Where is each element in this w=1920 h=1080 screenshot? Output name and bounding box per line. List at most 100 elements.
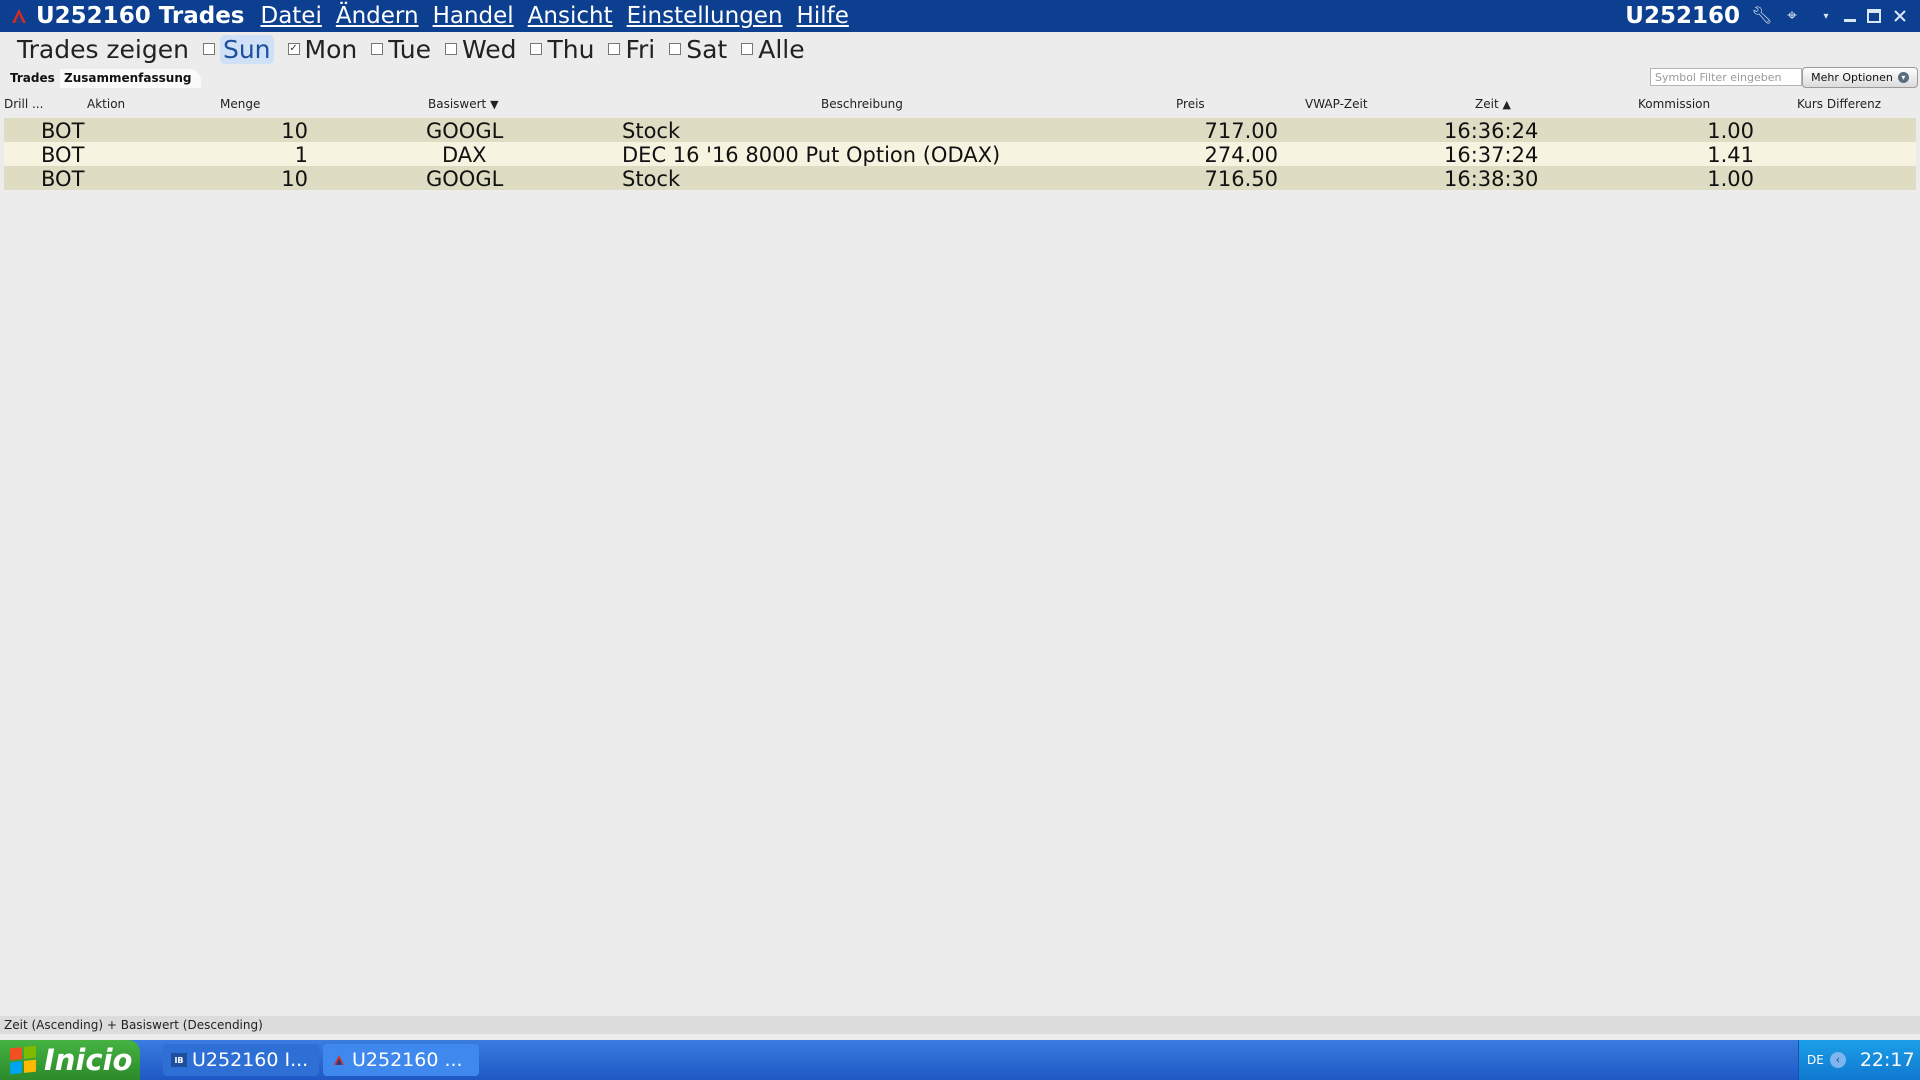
start-button[interactable]: Inicio bbox=[0, 1040, 140, 1080]
day-checkbox-wed[interactable]: Wed bbox=[444, 34, 517, 64]
trades-table: BOT 10 GOOGL Stock 717.00 16:36:24 1.00 … bbox=[4, 118, 1916, 191]
day-checkbox-tue[interactable]: Tue bbox=[371, 35, 431, 64]
checkbox[interactable] bbox=[371, 43, 384, 55]
cell-kommission: 1.00 bbox=[1707, 119, 1754, 143]
cell-menge: 10 bbox=[281, 119, 308, 143]
taskbar-item-label: U252160 I... bbox=[192, 1049, 309, 1071]
col-aktion[interactable]: Aktion bbox=[87, 97, 125, 111]
app-icon bbox=[331, 1053, 347, 1067]
day-checkbox-sat[interactable]: Sat bbox=[669, 35, 727, 64]
menu-label: Einstellungen bbox=[626, 3, 783, 29]
symbol-filter-input[interactable] bbox=[1650, 68, 1802, 86]
col-menge[interactable]: Menge bbox=[220, 97, 260, 111]
cell-basiswert: GOOGL bbox=[426, 167, 504, 191]
start-label: Inicio bbox=[44, 1043, 133, 1077]
checkbox[interactable] bbox=[530, 43, 543, 55]
col-kurs-differenz[interactable]: Kurs Differenz bbox=[1797, 97, 1881, 111]
taskbar-item[interactable]: U252160 ... bbox=[323, 1044, 479, 1076]
system-tray: DE ‹ 22:17 bbox=[1798, 1040, 1920, 1080]
day-checkbox-mon[interactable]: ✓ Mon bbox=[287, 34, 358, 64]
col-kommission[interactable]: Kommission bbox=[1638, 97, 1710, 111]
tab-bar: Trades Zusammenfassung bbox=[0, 66, 1920, 90]
col-beschreibung[interactable]: Beschreibung bbox=[821, 97, 903, 111]
tab-trades[interactable]: Trades bbox=[10, 69, 55, 88]
app-icon bbox=[8, 5, 30, 27]
column-header-row: Drill ... Aktion Menge Basiswert ▼ Besch… bbox=[0, 92, 1920, 116]
cell-preis: 274.00 bbox=[1204, 143, 1278, 167]
cell-zeit: 16:36:24 bbox=[1444, 119, 1539, 143]
pin-icon[interactable]: ⌖ bbox=[1780, 4, 1804, 28]
table-row[interactable]: BOT 1 DAX DEC 16 '16 8000 Put Option (OD… bbox=[4, 142, 1916, 167]
table-row[interactable]: BOT 10 GOOGL Stock 717.00 16:36:24 1.00 bbox=[4, 118, 1916, 143]
menu-label: Hilfe bbox=[796, 3, 849, 29]
menu-hilfe[interactable]: Hilfe bbox=[797, 3, 849, 29]
language-indicator[interactable]: DE bbox=[1807, 1053, 1824, 1067]
day-label: Tue bbox=[388, 34, 431, 64]
checkbox[interactable] bbox=[202, 43, 215, 55]
windows-logo-icon bbox=[10, 1045, 36, 1075]
checkbox-checked[interactable]: ✓ bbox=[287, 43, 300, 55]
menu-aendern[interactable]: Ändern bbox=[336, 3, 419, 29]
cell-aktion: BOT bbox=[41, 143, 85, 167]
day-label: Fri bbox=[625, 34, 656, 64]
cell-kommission: 1.41 bbox=[1707, 143, 1754, 167]
title-bar: U252160 Trades Datei Ändern Handel Ansic… bbox=[0, 0, 1920, 32]
cell-basiswert: DAX bbox=[442, 143, 487, 167]
menu-label: Datei bbox=[260, 3, 322, 29]
cell-menge: 1 bbox=[294, 143, 308, 167]
clock: 22:17 bbox=[1859, 1049, 1915, 1071]
cell-aktion: BOT bbox=[41, 119, 85, 143]
day-checkbox-thu[interactable]: Thu bbox=[530, 35, 594, 64]
day-checkbox-alle[interactable]: Alle bbox=[741, 35, 805, 64]
col-drill[interactable]: Drill ... bbox=[4, 97, 43, 111]
day-checkbox-sun[interactable]: Sun bbox=[202, 34, 274, 64]
taskbar-item-label: U252160 ... bbox=[352, 1049, 463, 1071]
cell-kommission: 1.00 bbox=[1707, 167, 1754, 191]
menu-label: Ansicht bbox=[527, 3, 613, 29]
col-preis[interactable]: Preis bbox=[1176, 97, 1205, 111]
table-row[interactable]: BOT 10 GOOGL Stock 716.50 16:38:30 1.00 bbox=[4, 166, 1916, 191]
taskbar-item[interactable]: IB U252160 I... bbox=[163, 1044, 319, 1076]
account-id: U252160 bbox=[1625, 3, 1740, 29]
cell-beschreibung: DEC 16 '16 8000 Put Option (ODAX) bbox=[622, 143, 1001, 167]
tab-zusammenfassung[interactable]: Zusammenfassung bbox=[60, 69, 202, 88]
maximize-icon[interactable] bbox=[1862, 4, 1886, 28]
minimize-icon[interactable] bbox=[1838, 4, 1862, 28]
day-filter-bar: Trades zeigen Sun ✓ Mon Tue Wed Thu Fri … bbox=[0, 32, 1920, 66]
col-zeit-label: Zeit bbox=[1475, 97, 1499, 111]
more-options-label: Mehr Optionen bbox=[1811, 71, 1893, 84]
close-icon[interactable] bbox=[1888, 4, 1912, 28]
chevron-down-icon: ▾ bbox=[1897, 72, 1909, 83]
day-checkbox-fri[interactable]: Fri bbox=[608, 35, 655, 64]
menu-einstellungen[interactable]: Einstellungen bbox=[627, 3, 783, 29]
checkbox[interactable] bbox=[669, 43, 682, 55]
cell-preis: 716.50 bbox=[1204, 167, 1278, 191]
cell-beschreibung: Stock bbox=[622, 119, 681, 143]
wrench-icon[interactable]: 🔧︎ bbox=[1750, 4, 1774, 28]
show-trades-label: Trades zeigen bbox=[17, 34, 189, 64]
status-bar: Zeit (Ascending) + Basiswert (Descending… bbox=[0, 1016, 1920, 1034]
col-vwap-zeit[interactable]: VWAP-Zeit bbox=[1305, 97, 1368, 111]
tray-chevron-icon[interactable]: ‹ bbox=[1829, 1052, 1846, 1068]
day-label: Sun bbox=[219, 34, 274, 64]
cell-zeit: 16:37:24 bbox=[1444, 143, 1539, 167]
day-label: Sat bbox=[686, 34, 728, 64]
cell-aktion: BOT bbox=[41, 167, 85, 191]
menu-label: Handel bbox=[432, 3, 514, 29]
checkbox[interactable] bbox=[608, 43, 621, 55]
cell-zeit: 16:38:30 bbox=[1444, 167, 1539, 191]
col-basiswert[interactable]: Basiswert ▼ bbox=[428, 97, 499, 111]
day-label: Mon bbox=[304, 34, 358, 64]
checkbox[interactable] bbox=[444, 43, 457, 55]
menu-datei[interactable]: Datei bbox=[260, 3, 321, 29]
cell-preis: 717.00 bbox=[1204, 119, 1278, 143]
day-label: Wed bbox=[461, 34, 517, 64]
more-options-button[interactable]: Mehr Optionen ▾ bbox=[1802, 67, 1918, 88]
col-zeit[interactable]: Zeit ▲ bbox=[1475, 97, 1511, 111]
taskbar: Inicio IB U252160 I... U252160 ... DE ‹ … bbox=[0, 1040, 1920, 1080]
menu-ansicht[interactable]: Ansicht bbox=[528, 3, 613, 29]
checkbox[interactable] bbox=[741, 43, 754, 55]
menu-handel[interactable]: Handel bbox=[433, 3, 514, 29]
chevron-down-icon[interactable]: ▾ bbox=[1814, 4, 1838, 28]
ib-app-icon: IB bbox=[171, 1053, 187, 1067]
